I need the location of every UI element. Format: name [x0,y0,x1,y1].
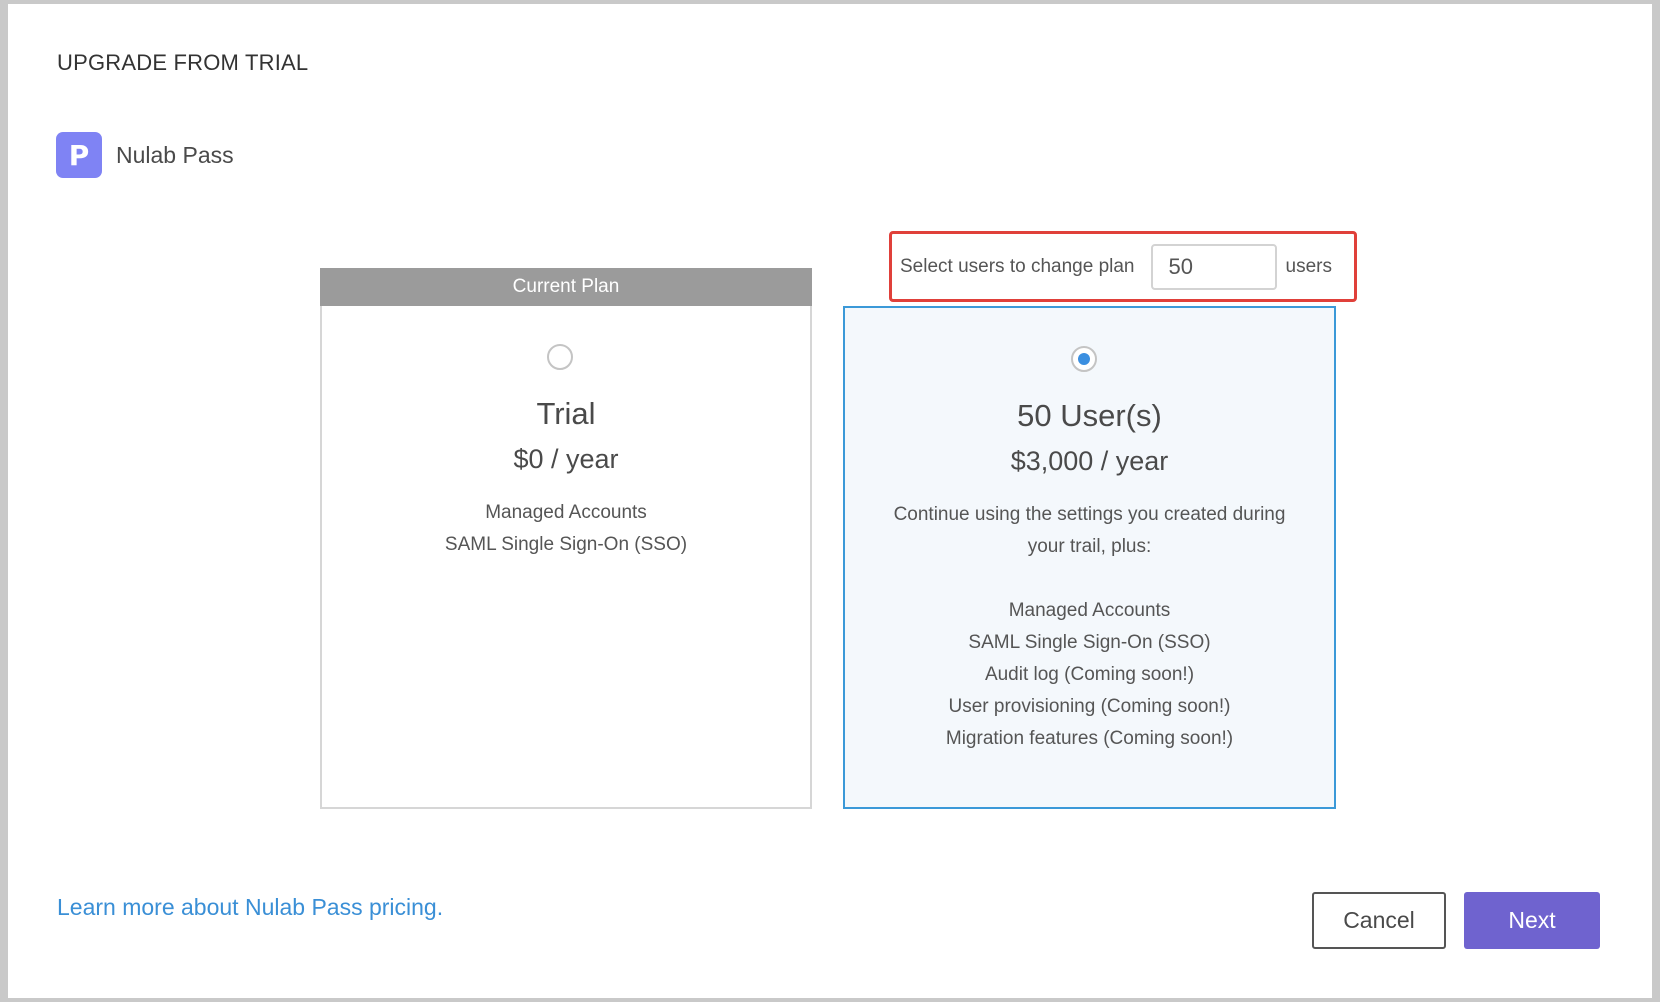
user-count-unit: users [1285,255,1332,277]
plan-name: Trial [536,396,596,431]
plan-price: $0 / year [513,444,619,474]
plan-description: Continue using the settings you created … [893,504,1286,557]
upgrade-dialog: UPGRADE FROM TRIAL P Nulab Pass Current … [8,4,1652,998]
plan-name: 50 User(s) [1017,398,1162,433]
plan-price: $3,000 / year [1010,446,1169,476]
plan-card-trial[interactable]: Current Plan Trial $0 / year Managed Acc… [320,268,812,809]
nulab-pass-app-icon: P [56,132,102,178]
plan-feature: User provisioning (Coming soon!) [948,696,1231,717]
plan-feature: Managed Accounts [1008,600,1171,621]
user-count-label: Select users to change plan [900,255,1135,277]
plan-feature-list: Managed Accounts SAML Single Sign-On (SS… [845,595,1334,755]
plan-card-50-users[interactable]: 50 User(s) $3,000 / year Continue using … [843,306,1336,809]
next-button[interactable]: Next [1464,892,1600,949]
pricing-link[interactable]: Learn more about Nulab Pass pricing. [57,894,443,921]
current-plan-header: Current Plan [320,268,812,306]
plan-feature: Audit log (Coming soon!) [984,664,1195,685]
plan-feature: SAML Single Sign-On (SSO) [444,534,688,555]
plan-feature: Migration features (Coming soon!) [945,728,1234,749]
app-name: Nulab Pass [116,141,234,168]
plan-feature: SAML Single Sign-On (SSO) [968,632,1211,653]
plan-feature-list: Managed Accounts SAML Single Sign-On (SS… [322,497,810,561]
cancel-button[interactable]: Cancel [1312,892,1446,949]
user-count-selector: Select users to change plan users [889,231,1357,302]
plan-radio-50-users[interactable] [1070,346,1097,372]
dialog-title: UPGRADE FROM TRIAL [57,50,309,75]
app-identity: P Nulab Pass [56,132,234,178]
user-count-input[interactable] [1150,243,1277,290]
plan-radio-trial[interactable] [547,344,573,370]
plan-feature: Managed Accounts [485,502,647,523]
